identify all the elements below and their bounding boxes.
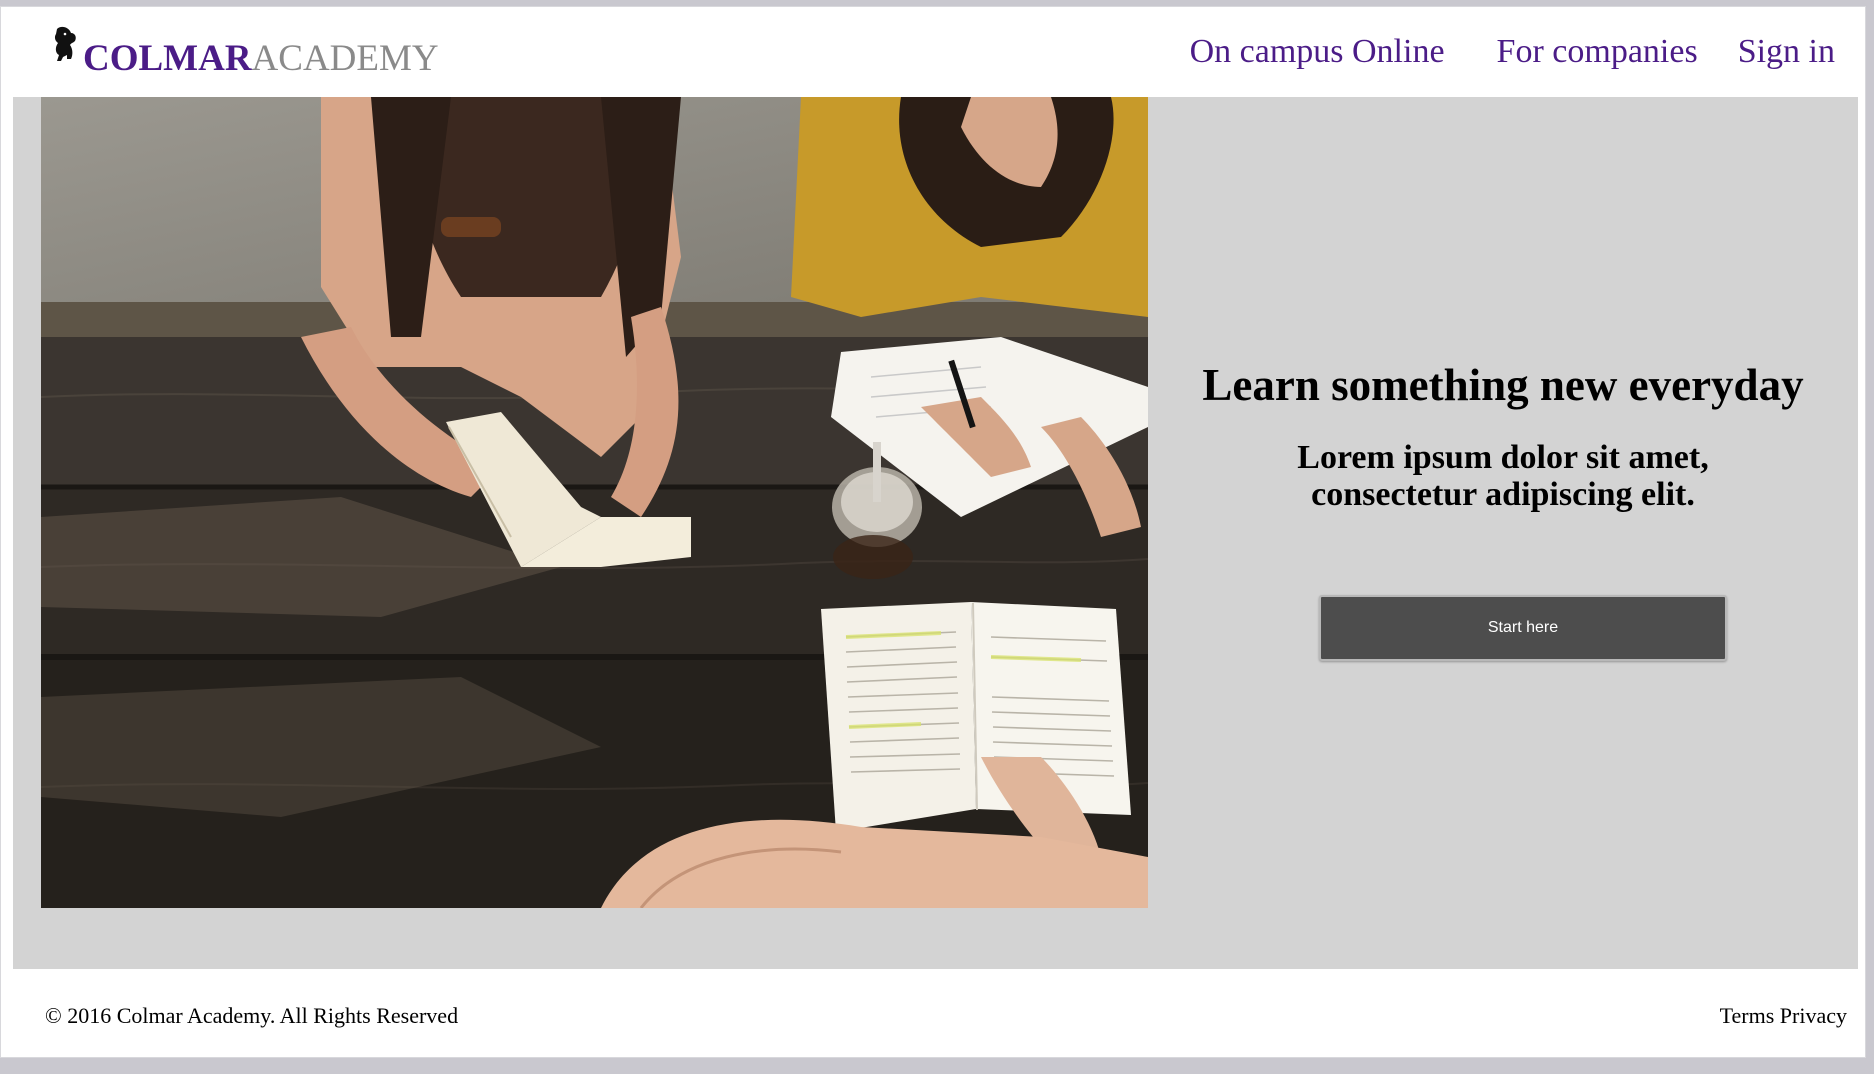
browser-window: COLMAR ACADEMY On campus Online For comp…	[0, 6, 1866, 1058]
footer-links: Terms Privacy	[1720, 1003, 1847, 1029]
site-header: COLMAR ACADEMY On campus Online For comp…	[1, 7, 1865, 97]
nav-link-on-campus-online[interactable]: On campus Online	[1190, 35, 1445, 69]
hero-section: Learn something new everyday Lorem ipsum…	[13, 97, 1858, 969]
hero-photo-illustration	[41, 97, 1148, 908]
logo-wordmark-strong: COLMAR	[83, 38, 252, 79]
site-footer: © 2016 Colmar Academy. All Rights Reserv…	[1, 969, 1865, 1057]
lion-crest-icon	[54, 26, 76, 62]
hero-content: Learn something new everyday Lorem ipsum…	[1148, 97, 1858, 908]
hero-title: Learn something new everyday	[1202, 360, 1804, 410]
copyright-text: © 2016 Colmar Academy. All Rights Reserv…	[45, 1003, 459, 1028]
nav-link-for-companies[interactable]: For companies	[1497, 35, 1698, 69]
nav-link-sign-in[interactable]: Sign in	[1738, 35, 1835, 69]
start-here-button[interactable]: Start here	[1319, 595, 1727, 661]
hero-photo-students-studying	[41, 97, 1148, 908]
logo-wordmark-light: ACADEMY	[251, 38, 439, 79]
site-logo[interactable]: COLMAR ACADEMY	[49, 21, 439, 77]
footer-link-privacy[interactable]: Privacy	[1780, 1003, 1847, 1028]
hero-subtitle: Lorem ipsum dolor sit amet, consectetur …	[1297, 439, 1709, 514]
main-nav: On campus Online For companies Sign in	[1190, 35, 1835, 69]
footer-link-terms[interactable]: Terms	[1720, 1003, 1775, 1028]
